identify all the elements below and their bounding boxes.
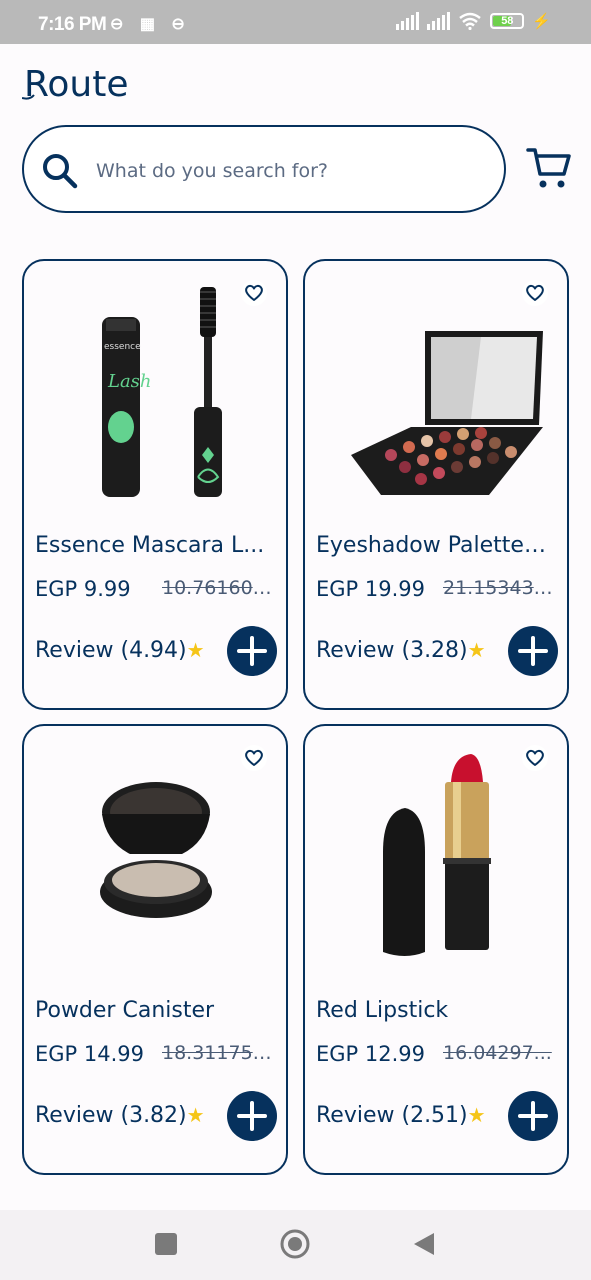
signal-icon [396,12,420,30]
mascara-image: essence Lash [102,287,222,497]
product-review: Review (3.82)★ [35,1103,205,1128]
product-card[interactable]: Powder Canister EGP 14.99 18.3117517... … [22,724,288,1175]
search-icon[interactable] [40,151,80,191]
review-text: Review (2.51) [316,1103,468,1128]
plus-icon [237,636,267,666]
product-name: Powder Canister [35,998,215,1023]
product-price: EGP 19.99 [316,577,425,601]
back-icon[interactable] [412,1231,436,1257]
product-price: EGP 9.99 [35,577,131,601]
powder-canister-image [100,782,212,918]
review-text: Review (3.28) [316,638,468,663]
recent-apps-icon[interactable] [155,1233,177,1255]
product-old-price: 16.04297... [443,1042,552,1064]
star-icon: ★ [186,1103,205,1127]
heart-icon[interactable] [521,744,549,772]
product-price: EGP 14.99 [35,1042,144,1066]
status-bar: 7:16 PM ⊖ ▦ ⊖ 58 ⚡ [0,0,591,44]
notification-icons: ⊖ ▦ ⊖ [110,16,191,33]
add-to-cart-button[interactable] [508,1091,558,1141]
product-card[interactable]: essence Lash Essence Mascara L... EGP 9.… [22,259,288,710]
cart-icon[interactable] [526,146,572,190]
add-to-cart-button[interactable] [227,1091,277,1141]
route-logo: Route [22,64,129,105]
svg-text:Lash: Lash [107,371,152,392]
star-icon: ★ [467,1103,486,1127]
plus-icon [518,636,548,666]
status-time: 7:16 PM [38,14,107,35]
product-card[interactable]: Eyeshadow Palette ... EGP 19.99 21.15343… [303,259,569,710]
home-icon[interactable] [280,1229,310,1259]
product-old-price: 18.3117517... [162,1042,274,1064]
logo-text: Route [24,64,129,105]
heart-icon[interactable] [521,279,549,307]
plus-icon [518,1101,548,1131]
star-icon: ★ [467,638,486,662]
battery-level: 58 [501,15,514,27]
heart-icon[interactable] [240,279,268,307]
add-to-cart-button[interactable] [227,626,277,676]
product-card[interactable]: Red Lipstick EGP 12.99 16.04297... Revie… [303,724,569,1175]
search-input[interactable] [94,151,488,191]
search-bar[interactable] [22,125,506,213]
lipstick-image [383,754,491,956]
product-old-price: 21.153439... [443,577,555,599]
plus-icon [237,1101,267,1131]
battery-icon: 58 [490,13,525,29]
review-text: Review (4.94) [35,638,187,663]
heart-icon[interactable] [240,744,268,772]
status-right: 58 ⚡ [396,12,551,30]
eyeshadow-palette-image [351,331,543,495]
add-to-cart-button[interactable] [508,626,558,676]
product-name: Red Lipstick [316,998,449,1023]
svg-text:essence: essence [104,342,141,352]
product-review: Review (4.94)★ [35,638,205,663]
review-text: Review (3.82) [35,1103,187,1128]
star-icon: ★ [186,638,205,662]
product-old-price: 10.761607... [162,577,274,599]
product-review: Review (3.28)★ [316,638,486,663]
wifi-icon [459,12,482,30]
product-price: EGP 12.99 [316,1042,425,1066]
product-name: Essence Mascara L... [35,533,265,558]
signal-icon-2 [427,12,451,30]
product-name: Eyeshadow Palette ... [316,533,546,558]
charging-icon: ⚡ [532,13,551,30]
product-review: Review (2.51)★ [316,1103,486,1128]
